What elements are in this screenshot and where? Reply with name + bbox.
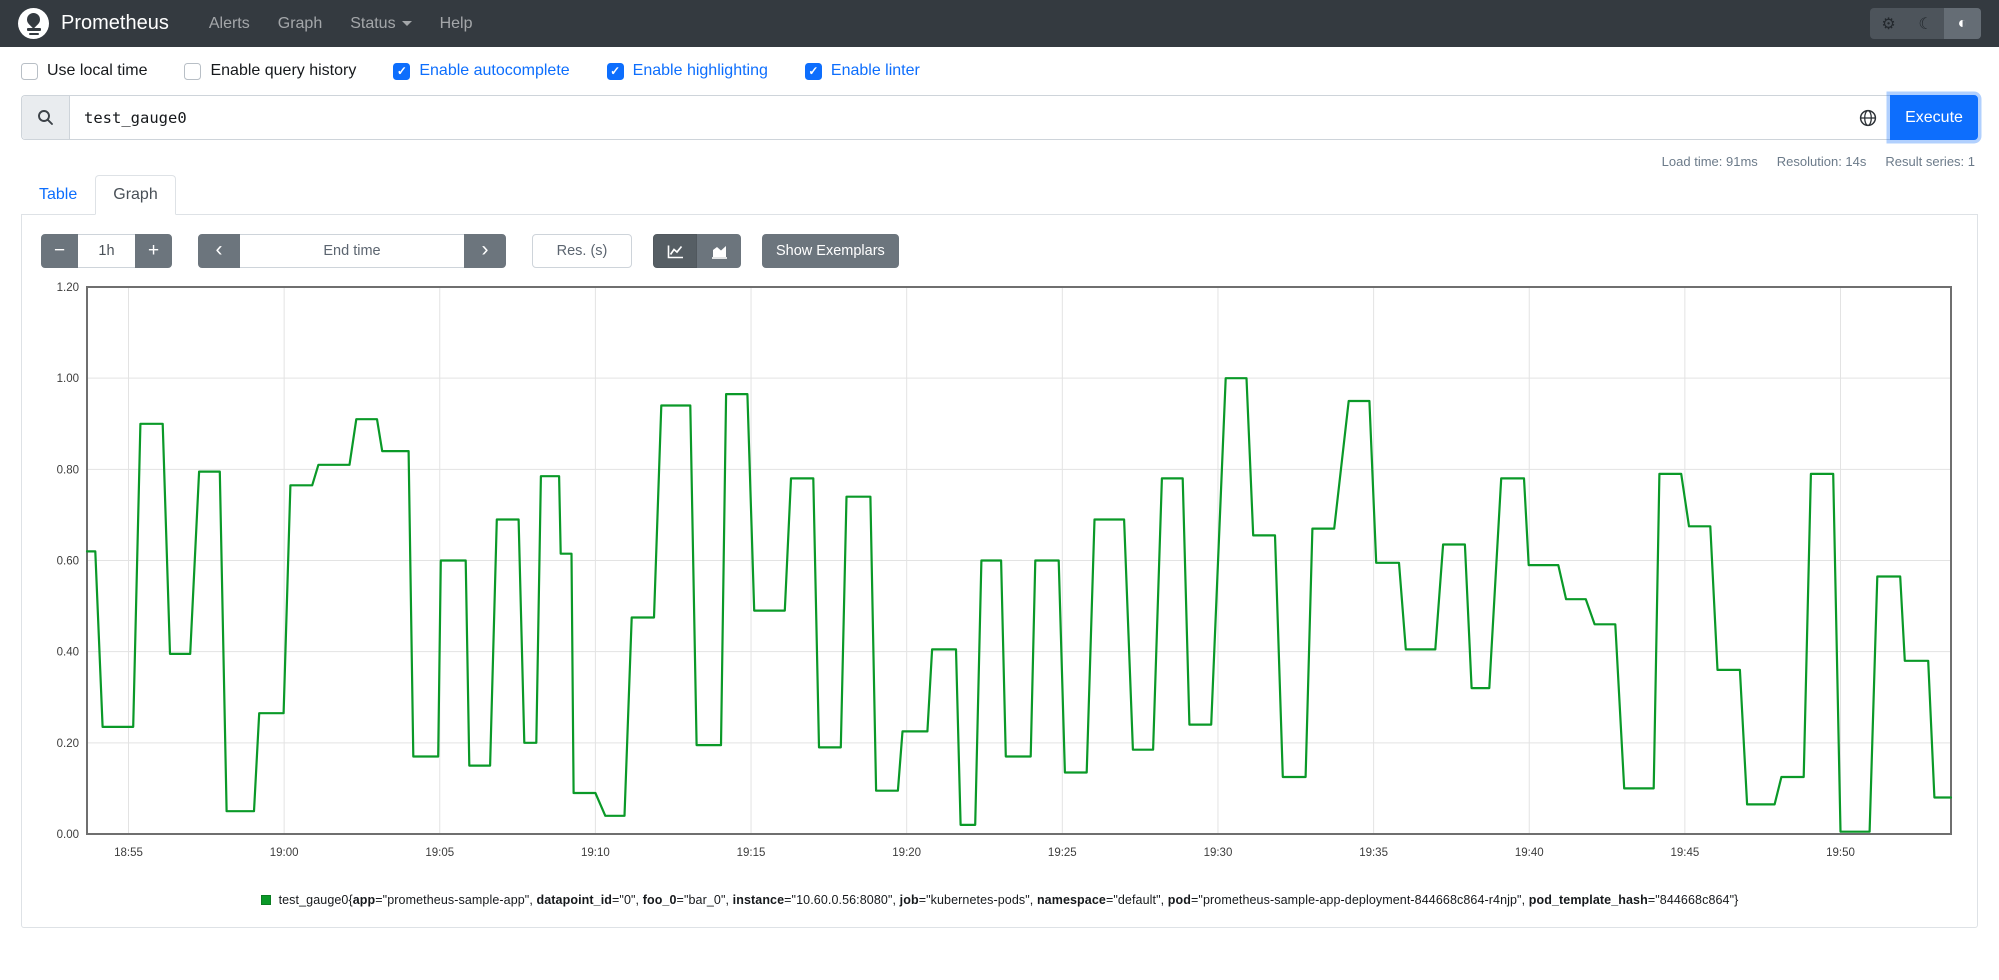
check-icon: ✓ bbox=[396, 64, 407, 78]
svg-text:0.00: 0.00 bbox=[57, 829, 79, 841]
checkbox-enable-highlighting[interactable]: ✓ Enable highlighting bbox=[606, 62, 768, 80]
graph-panel: − + ‹ › Show Exemplars bbox=[21, 215, 1978, 928]
chevron-left-icon: ‹ bbox=[215, 237, 223, 261]
svg-text:19:20: 19:20 bbox=[892, 847, 921, 859]
checkbox-box: ✓ bbox=[393, 62, 411, 80]
stat-resolution: Resolution: 14s bbox=[1776, 154, 1867, 169]
search-icon bbox=[38, 110, 53, 125]
svg-text:19:15: 19:15 bbox=[737, 847, 766, 859]
settings-button[interactable]: ⚙ bbox=[1870, 8, 1907, 39]
nav-item-graph[interactable]: Graph bbox=[264, 7, 336, 41]
checkbox-label: Enable autocomplete bbox=[419, 62, 570, 79]
svg-text:0.60: 0.60 bbox=[57, 556, 79, 568]
globe-icon bbox=[1859, 109, 1877, 126]
stacked-chart-toggle[interactable] bbox=[697, 234, 741, 268]
navbar: Prometheus Alerts Graph Status Help ⚙ ☾ … bbox=[0, 0, 1999, 47]
options-row: ✓ Use local time ✓ Enable query history … bbox=[0, 47, 1999, 93]
line-chart-icon bbox=[667, 245, 683, 258]
show-exemplars-button[interactable]: Show Exemplars bbox=[762, 234, 899, 268]
nav-item-help[interactable]: Help bbox=[426, 7, 487, 41]
checkbox-use-local-time[interactable]: ✓ Use local time bbox=[21, 62, 147, 80]
moon-icon: ☾ bbox=[1918, 15, 1933, 33]
prometheus-logo[interactable] bbox=[18, 8, 49, 39]
search-addon bbox=[22, 96, 70, 139]
stat-result-series: Result series: 1 bbox=[1885, 154, 1975, 169]
auto-theme-button[interactable]: ◐ bbox=[1944, 8, 1981, 39]
svg-text:19:50: 19:50 bbox=[1826, 847, 1855, 859]
checkbox-box: ✓ bbox=[21, 62, 38, 80]
query-bar: Execute bbox=[21, 95, 1978, 140]
range-input[interactable] bbox=[78, 234, 135, 268]
gear-icon: ⚙ bbox=[1881, 15, 1896, 33]
line-chart-toggle[interactable] bbox=[653, 234, 697, 268]
checkbox-box: ✓ bbox=[606, 62, 624, 80]
plus-icon: + bbox=[147, 240, 160, 261]
chart-type-toggle-group bbox=[653, 234, 741, 268]
stat-load-time: Load time: 91ms bbox=[1661, 154, 1758, 169]
check-icon: ✓ bbox=[808, 64, 819, 78]
svg-text:0.40: 0.40 bbox=[57, 647, 79, 659]
svg-text:19:25: 19:25 bbox=[1048, 847, 1077, 859]
svg-text:1.00: 1.00 bbox=[57, 373, 79, 385]
metrics-explorer-button[interactable] bbox=[1846, 96, 1890, 139]
stats-row: Load time: 91ms Resolution: 14s Result s… bbox=[24, 154, 1975, 169]
svg-text:0.80: 0.80 bbox=[57, 464, 79, 476]
svg-text:19:40: 19:40 bbox=[1515, 847, 1544, 859]
query-input-group bbox=[21, 95, 1890, 140]
svg-text:19:30: 19:30 bbox=[1204, 847, 1233, 859]
chart: 0.00 0.20 0.40 0.60 0.80 1.00 1.20 18:55 19:00 19… bbox=[35, 280, 1964, 877]
svg-text:19:35: 19:35 bbox=[1359, 847, 1388, 859]
tab-table[interactable]: Table bbox=[21, 175, 95, 215]
stacked-chart-icon bbox=[711, 245, 727, 259]
nav-item-alerts[interactable]: Alerts bbox=[195, 7, 264, 41]
checkbox-enable-linter[interactable]: ✓ Enable linter bbox=[804, 62, 920, 80]
end-time-input[interactable] bbox=[240, 234, 464, 268]
endtime-next-button[interactable]: › bbox=[464, 234, 506, 268]
minus-icon: − bbox=[53, 240, 66, 261]
range-control-group: − + bbox=[41, 234, 172, 268]
range-decrease-button[interactable]: − bbox=[41, 234, 78, 268]
legend-swatch bbox=[260, 895, 271, 905]
endtime-control-group: ‹ › bbox=[198, 234, 506, 268]
svg-text:0.20: 0.20 bbox=[57, 738, 79, 750]
svg-text:1.20: 1.20 bbox=[57, 282, 79, 294]
svg-text:19:45: 19:45 bbox=[1670, 847, 1699, 859]
query-input[interactable] bbox=[70, 96, 1846, 139]
execute-button[interactable]: Execute bbox=[1890, 95, 1978, 140]
contrast-icon: ◐ bbox=[1957, 14, 1968, 32]
chevron-right-icon: › bbox=[481, 237, 489, 261]
svg-text:19:00: 19:00 bbox=[270, 847, 299, 859]
tab-graph[interactable]: Graph bbox=[95, 175, 176, 215]
tab-bar: Table Graph bbox=[21, 175, 1978, 215]
checkbox-label: Enable highlighting bbox=[632, 62, 768, 79]
theme-button-group: ⚙ ☾ ◐ bbox=[1870, 8, 1981, 39]
chevron-down-icon bbox=[401, 20, 412, 26]
nav-item-status-label: Status bbox=[350, 14, 396, 32]
svg-text:18:55: 18:55 bbox=[114, 847, 143, 859]
checkbox-box: ✓ bbox=[804, 62, 822, 80]
torch-flame-icon bbox=[24, 10, 43, 29]
checkbox-enable-query-history[interactable]: ✓ Enable query history bbox=[184, 62, 356, 80]
svg-text:19:10: 19:10 bbox=[581, 847, 610, 859]
brand-title[interactable]: Prometheus bbox=[61, 12, 169, 35]
legend: test_gauge0{app="prometheus-sample-app",… bbox=[35, 893, 1964, 907]
range-increase-button[interactable]: + bbox=[135, 234, 172, 268]
checkbox-enable-autocomplete[interactable]: ✓ Enable autocomplete bbox=[393, 62, 570, 80]
checkbox-label: Use local time bbox=[47, 62, 148, 79]
chart-svg[interactable]: 0.00 0.20 0.40 0.60 0.80 1.00 1.20 18:55 19:00 19… bbox=[35, 280, 1968, 872]
dark-theme-button[interactable]: ☾ bbox=[1907, 8, 1944, 39]
legend-text[interactable]: test_gauge0{app="prometheus-sample-app",… bbox=[279, 893, 1739, 907]
nav-item-status[interactable]: Status bbox=[336, 7, 425, 41]
torch-base2-icon bbox=[28, 32, 39, 35]
check-icon: ✓ bbox=[610, 64, 621, 78]
torch-base-icon bbox=[26, 28, 41, 31]
checkbox-label: Enable linter bbox=[830, 62, 920, 79]
checkbox-box: ✓ bbox=[184, 62, 202, 80]
endtime-prev-button[interactable]: ‹ bbox=[198, 234, 240, 268]
graph-controls: − + ‹ › Show Exemplars bbox=[41, 234, 1964, 268]
checkbox-label: Enable query history bbox=[210, 62, 357, 79]
svg-text:19:05: 19:05 bbox=[425, 847, 454, 859]
resolution-input[interactable] bbox=[532, 234, 632, 268]
